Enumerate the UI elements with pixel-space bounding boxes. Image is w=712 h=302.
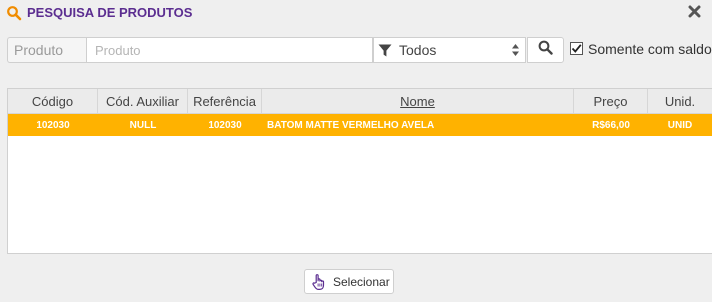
cell-nome: BATOM MATTE VERMELHO AVELA: [267, 119, 435, 131]
select-button[interactable]: Selecionar: [304, 269, 394, 294]
only-with-stock-label: Somente com saldo: [588, 41, 712, 57]
filter-select[interactable]: Todos: [373, 37, 526, 63]
dialog-title: PESQUISA DE PRODUTOS: [27, 5, 193, 20]
title-bar: PESQUISA DE PRODUTOS: [0, 0, 712, 26]
product-search-input[interactable]: [86, 37, 373, 63]
cell-preco: R$66,00: [592, 119, 630, 131]
filter-selected-value: Todos: [399, 42, 437, 58]
grid-header: Código Cód. Auxiliar Referência Nome Pre…: [8, 89, 712, 114]
product-field-label: Produto: [7, 37, 86, 63]
column-header-referencia[interactable]: Referência: [188, 89, 262, 113]
search-icon: [6, 5, 22, 21]
select-button-label: Selecionar: [333, 275, 390, 289]
search-icon: [538, 40, 553, 60]
column-header-unid[interactable]: Unid.: [648, 89, 712, 113]
close-icon: [688, 5, 701, 23]
column-header-preco[interactable]: Preço: [574, 89, 648, 113]
column-header-cod-auxiliar[interactable]: Cód. Auxiliar: [98, 89, 188, 113]
products-grid: Código Cód. Auxiliar Referência Nome Pre…: [7, 88, 712, 254]
only-with-stock-checkbox[interactable]: [570, 42, 583, 55]
column-header-nome[interactable]: Nome: [262, 89, 574, 113]
table-row[interactable]: 102030 NULL 102030 BATOM MATTE VERMELHO …: [8, 114, 712, 136]
filter-icon: [378, 44, 392, 62]
cell-referencia: 102030: [208, 119, 242, 131]
column-header-codigo[interactable]: Código: [8, 89, 98, 113]
cell-cod-auxiliar: NULL: [129, 119, 157, 131]
close-button[interactable]: [686, 5, 703, 22]
sort-icon: [511, 43, 520, 62]
hand-pointer-icon: [311, 273, 328, 296]
cell-unid: UNID: [667, 119, 693, 131]
search-button[interactable]: [527, 37, 564, 63]
cell-codigo: 102030: [36, 119, 70, 131]
